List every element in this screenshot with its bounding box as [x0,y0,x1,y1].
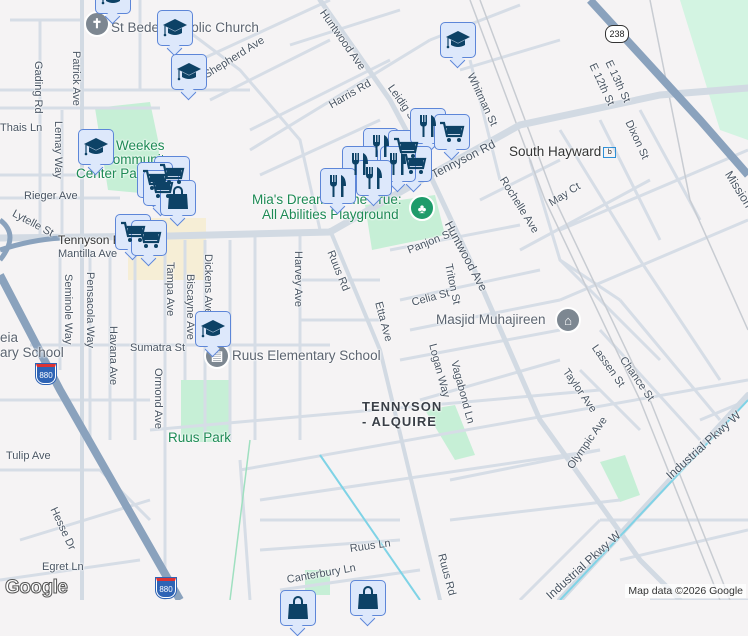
park-area [680,0,748,140]
street-label: Patrick Ave [70,51,82,106]
station-name: South Hayward [509,144,602,159]
i880-shield: 880 [156,578,176,598]
school-marker[interactable] [171,54,207,90]
park-label-mias[interactable]: All Abilities Playground [262,207,399,222]
shopping-cart-icon [135,224,163,252]
school-icon [99,0,127,10]
shopping-cart-icon [438,118,466,146]
place-label-left-school[interactable]: eia [0,330,18,345]
restaurant-marker[interactable] [320,168,356,204]
neighborhood-label: TENNYSON [362,399,443,414]
station-label-south-hayward[interactable]: South Hayward b [509,144,617,159]
park-label-ruus[interactable]: Ruus Park [168,430,231,445]
street-label: Harvey Ave [292,251,304,308]
google-logo: Google [4,577,68,599]
minor-streets [0,0,748,600]
mosque-icon[interactable]: ⌂ [555,307,581,333]
school-marker[interactable] [157,10,193,46]
school-icon [161,14,189,42]
shopping-bag-icon [284,594,312,622]
marker[interactable] [280,590,316,626]
street-label: Mantilla Ave [58,248,118,260]
park-tree-icon[interactable]: ♣ [409,195,435,221]
street-label: Egret Ln [42,561,84,573]
street-label: Dickens Ave [202,254,214,315]
map-canvas[interactable] [0,0,748,600]
street-label: Tampa Ave [164,262,176,317]
street-label: Gading Rd [32,61,44,114]
street-label: Tulip Ave [6,450,51,462]
street-label: Lemay Way [52,121,64,179]
shopping-marker[interactable] [350,580,386,616]
park-label-weekes[interactable]: Weekes [116,138,165,153]
shopping-marker[interactable] [131,220,167,256]
school-icon [175,58,203,86]
school-marker[interactable] [95,0,131,14]
i880-shield: 880 [36,364,56,384]
street-label: Havana Ave [107,326,119,386]
school-marker[interactable] [78,129,114,165]
shopping-marker[interactable] [160,180,196,216]
ca238-shield: 238 [605,25,629,43]
shopping-bag-icon [164,184,192,212]
restaurant-icon [324,172,352,200]
street-label: Ormond Ave [152,368,164,429]
park-area [600,455,640,502]
street-label: Sumatra St [130,342,186,354]
map-attribution[interactable]: Map data ©2026 Google [625,584,746,598]
street-label: Seminole Way [62,274,74,345]
street-label: Rieger Ave [24,190,78,202]
school-icon [199,315,227,343]
restaurant-marker[interactable] [356,160,392,196]
street-label: Pensacola Way [84,272,96,349]
place-label-masjid[interactable]: Masjid Muhajireen [436,312,546,327]
school-marker[interactable] [440,22,476,58]
place-label-left-school[interactable]: ary School [0,345,64,360]
restaurant-icon [384,150,412,178]
school-icon [444,26,472,54]
bart-icon: b [603,146,617,158]
restaurant-icon [360,164,388,192]
shopping-marker[interactable] [434,114,470,150]
street-label: Thais Ln [0,122,43,134]
place-label-ruus-school[interactable]: Ruus Elementary School [232,348,381,363]
school-marker[interactable] [195,311,231,347]
school-icon [82,133,110,161]
shopping-bag-icon [354,584,382,612]
neighborhood-label: - ALQUIRE [362,414,437,429]
